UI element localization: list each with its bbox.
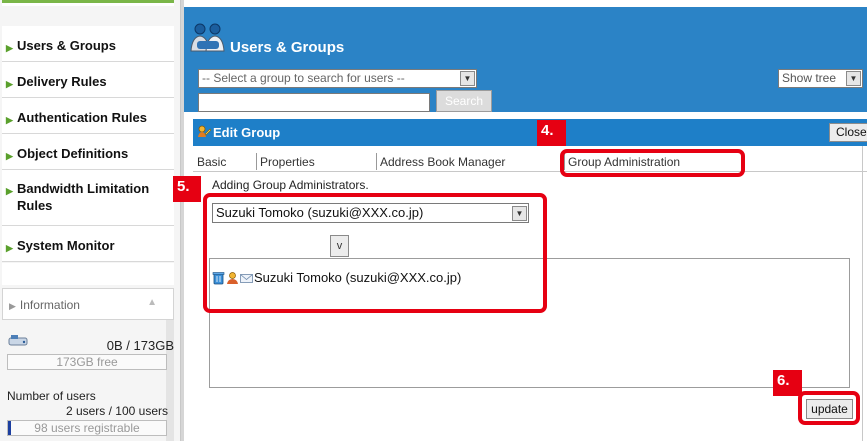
callout-label-step-6: 6. xyxy=(773,370,802,396)
sidebar-item-label: Bandwidth Limitation Rules xyxy=(17,181,150,213)
disk-free-bar: 173GB free xyxy=(7,354,167,370)
search-button[interactable]: Search xyxy=(436,90,492,112)
callout-box-step-5 xyxy=(203,193,547,313)
edit-group-title: Edit Group xyxy=(213,125,281,140)
callout-label-step-5: 5. xyxy=(173,176,201,202)
sidebar-item-label: Object Definitions xyxy=(17,146,129,161)
sidebar-item-label: Users & Groups xyxy=(17,38,116,53)
close-button[interactable]: Close xyxy=(829,123,867,142)
group-select-dropdown[interactable]: -- Select a group to search for users --… xyxy=(198,69,477,88)
users-groups-icon xyxy=(190,23,225,52)
show-tree-value: Show tree xyxy=(782,71,837,85)
information-panel-header[interactable]: ▶ Information ▲ xyxy=(2,288,174,320)
users-registrable-text: 98 users registrable xyxy=(34,421,140,435)
nav-arrow-icon: ▶ xyxy=(6,243,13,253)
dropdown-arrow-icon[interactable]: ▼ xyxy=(460,71,475,86)
sidebar-item-label: Authentication Rules xyxy=(17,110,148,125)
tab-address-book-manager[interactable]: Address Book Manager xyxy=(380,155,505,169)
tab-underline xyxy=(193,171,867,172)
tab-divider xyxy=(256,153,257,170)
callout-box-step-6 xyxy=(798,391,860,425)
information-label: Information xyxy=(19,298,80,312)
group-select-value: -- Select a group to search for users -- xyxy=(202,71,405,85)
sidebar-item-system-monitor[interactable]: ▶ System Monitor xyxy=(2,226,174,262)
section-heading: Adding Group Administrators. xyxy=(212,178,369,192)
nav-arrow-icon: ▶ xyxy=(6,43,13,53)
nav-arrow-icon: ▶ xyxy=(6,79,13,89)
sidebar-item-bandwidth-limitation-rules[interactable]: ▶ Bandwidth Limitation Rules xyxy=(2,170,174,226)
tab-divider xyxy=(376,153,377,170)
users-label: Number of users xyxy=(7,389,96,403)
dropdown-arrow-icon[interactable]: ▼ xyxy=(846,71,861,86)
disk-usage-text: 0B / 173GB xyxy=(106,338,174,353)
sidebar-top-accent xyxy=(2,0,174,6)
sidebar: ▶ Users & Groups ▶ Delivery Rules ▶ Auth… xyxy=(0,0,181,441)
nav-arrow-icon: ▶ xyxy=(6,115,13,125)
callout-box-step-4 xyxy=(560,149,745,177)
expand-arrow-icon: ▶ xyxy=(9,301,16,311)
panel-right-border xyxy=(862,146,863,441)
users-progress-bar: 98 users registrable xyxy=(7,420,167,436)
scroll-up-icon[interactable]: ▲ xyxy=(147,297,157,308)
sidebar-item-label: Delivery Rules xyxy=(17,74,107,89)
sidebar-item-authentication-rules[interactable]: ▶ Authentication Rules xyxy=(2,98,174,134)
nav-arrow-icon: ▶ xyxy=(6,151,13,161)
sidebar-item-label: System Monitor xyxy=(17,238,115,253)
nav-arrow-icon: ▶ xyxy=(6,186,13,196)
edit-group-bar: Edit Group Close xyxy=(193,119,867,146)
show-tree-dropdown[interactable]: Show tree ▼ xyxy=(778,69,863,88)
sidebar-item-delivery-rules[interactable]: ▶ Delivery Rules xyxy=(2,62,174,98)
tab-basic[interactable]: Basic xyxy=(197,155,226,169)
disk-icon xyxy=(8,335,28,346)
page-title: Users & Groups xyxy=(230,39,345,56)
edit-group-icon xyxy=(198,125,211,137)
users-groups-header: Users & Groups -- Select a group to sear… xyxy=(184,7,867,112)
search-input[interactable] xyxy=(198,93,430,112)
sidebar-nav: ▶ Users & Groups ▶ Delivery Rules ▶ Auth… xyxy=(2,26,174,262)
sidebar-spacer xyxy=(2,263,174,285)
sidebar-item-users-groups[interactable]: ▶ Users & Groups xyxy=(2,26,174,62)
sidebar-item-object-definitions[interactable]: ▶ Object Definitions xyxy=(2,134,174,170)
users-count: 2 users / 100 users xyxy=(65,404,168,418)
tab-properties[interactable]: Properties xyxy=(260,155,315,169)
callout-label-step-4: 4. xyxy=(537,120,566,146)
